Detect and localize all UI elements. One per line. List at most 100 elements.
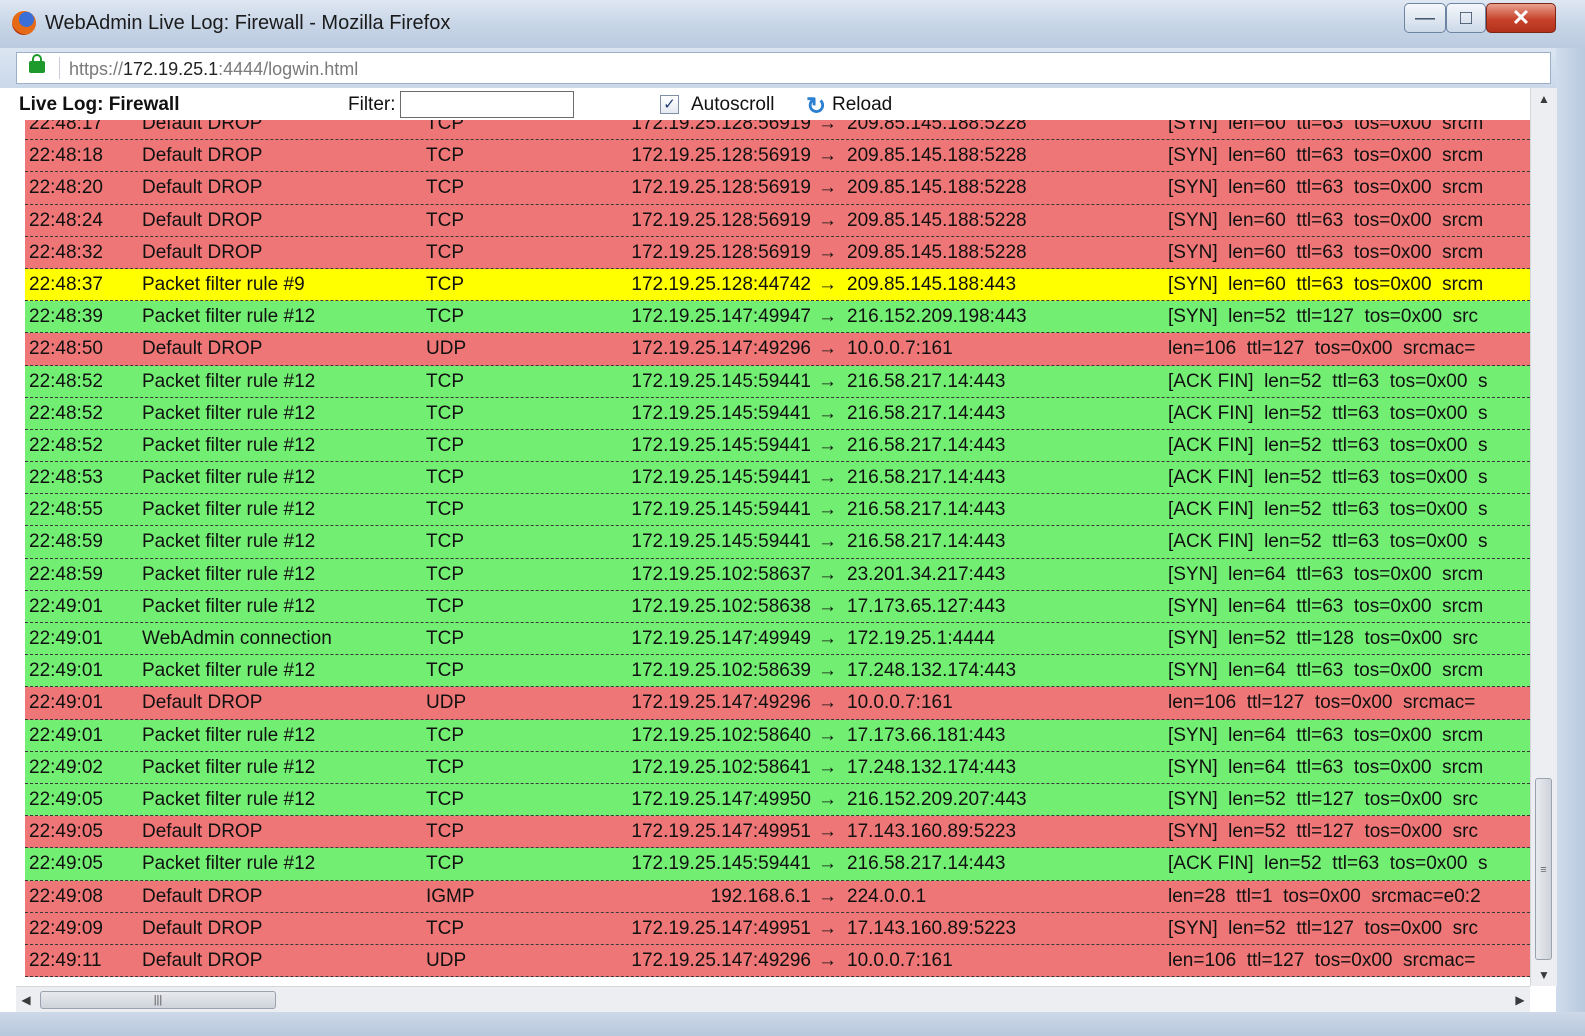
scroll-right-arrow-icon[interactable]: ▶ <box>1510 987 1530 1013</box>
log-rule: Packet filter rule #12 <box>142 306 316 328</box>
log-time: 22:48:37 <box>29 273 103 295</box>
log-protocol: TCP <box>426 917 464 939</box>
firefox-icon <box>12 11 36 35</box>
horizontal-scrollbar[interactable]: ◀ ||| ▶ <box>16 986 1530 1013</box>
log-row: 22:48:37 Packet filter rule #9 TCP 172.19.2… <box>25 268 1530 302</box>
url-field[interactable]: https://172.19.25.1:4444/logwin.html <box>16 52 1551 84</box>
log-time: 22:49:01 <box>29 595 103 617</box>
close-button[interactable]: ✕ <box>1486 3 1556 33</box>
log-protocol: TCP <box>426 273 464 295</box>
log-destination: 10.0.0.7:161 <box>847 949 953 971</box>
log-row: 22:48:17 Default DROP TCP 172.19.25.128:569… <box>25 120 1530 141</box>
log-source: 172.19.25.147:49296 <box>631 949 811 971</box>
log-time: 22:49:11 <box>29 949 102 971</box>
log-info: len=106 ttl=127 tos=0x00 srcmac= <box>1168 949 1476 971</box>
log-destination: 209.85.145.188:5228 <box>847 120 1027 134</box>
log-time: 22:48:18 <box>29 145 103 167</box>
log-info: [SYN] len=52 ttl=127 tos=0x00 src <box>1168 917 1478 939</box>
log-time: 22:48:20 <box>29 177 103 199</box>
log-protocol: TCP <box>426 306 464 328</box>
horizontal-scroll-thumb[interactable]: ||| <box>40 991 276 1009</box>
log-source: 172.19.25.145:59441 <box>631 853 811 875</box>
log-source: 172.19.25.128:56919 <box>631 177 811 199</box>
log-rule: Packet filter rule #12 <box>142 402 316 424</box>
log-info: [SYN] len=64 ttl=63 tos=0x00 srcm <box>1168 563 1484 585</box>
log-protocol: TCP <box>426 660 464 682</box>
log-row: 22:49:01 Packet filter rule #12 TCP 172.19.… <box>25 590 1530 623</box>
log-protocol: TCP <box>426 467 464 489</box>
log-info: [SYN] len=60 ttl=63 tos=0x00 srcm <box>1168 241 1484 263</box>
log-row: 22:49:01 Packet filter rule #12 TCP 172.19.… <box>25 655 1530 688</box>
autoscroll-checkbox[interactable]: ✓ <box>660 95 679 114</box>
window-titlebar: WebAdmin Live Log: Firewall - Mozilla Fi… <box>0 0 1585 49</box>
log-row: 22:48:59 Packet filter rule #12 TCP 172.19.… <box>25 526 1530 559</box>
log-destination: 209.85.145.188:5228 <box>847 209 1027 231</box>
log-destination: 17.248.132.174:443 <box>847 756 1017 778</box>
arrow-right-icon: → <box>818 177 837 199</box>
log-destination: 10.0.0.7:161 <box>847 338 953 360</box>
log-source: 172.19.25.147:49949 <box>631 628 811 649</box>
log-source: 172.19.25.102:58640 <box>631 724 811 746</box>
log-info: len=106 ttl=127 tos=0x00 srcmac= <box>1168 692 1476 714</box>
log-info: [SYN] len=60 ttl=63 tos=0x00 srcm <box>1168 177 1484 199</box>
log-source: 172.19.25.128:56919 <box>631 120 811 134</box>
log-row: 22:49:01 Packet filter rule #12 TCP 172.19.… <box>25 719 1530 752</box>
log-rule: Default DROP <box>142 120 263 134</box>
scroll-left-arrow-icon[interactable]: ◀ <box>16 987 36 1013</box>
log-destination: 216.152.209.207:443 <box>847 788 1027 810</box>
log-area: 22:48:17 Default DROP TCP 172.19.25.128:569… <box>0 120 1530 986</box>
log-source: 172.19.25.147:49296 <box>631 692 811 714</box>
log-time: 22:49:01 <box>29 660 103 682</box>
log-time: 22:49:09 <box>29 917 103 939</box>
log-row: 22:48:50 Default DROP UDP 172.19.25.147:492… <box>25 333 1530 366</box>
vertical-scroll-thumb[interactable]: ≡ <box>1535 778 1552 960</box>
log-time: 22:49:01 <box>29 692 103 714</box>
log-time: 22:48:24 <box>29 209 103 231</box>
log-info: [SYN] len=52 ttl=127 tos=0x00 src <box>1168 821 1478 843</box>
log-destination: 17.248.132.174:443 <box>847 660 1017 682</box>
log-info: [SYN] len=60 ttl=63 tos=0x00 srcm <box>1168 145 1484 167</box>
scroll-up-arrow-icon[interactable]: ▲ <box>1531 88 1557 110</box>
log-row: 22:49:05 Packet filter rule #12 TCP 172.19.… <box>25 848 1530 881</box>
log-source: 172.19.25.145:59441 <box>631 402 811 424</box>
log-row: 22:48:24 Default DROP TCP 172.19.25.128:569… <box>25 204 1530 237</box>
log-time: 22:48:52 <box>29 402 103 424</box>
log-destination: 10.0.0.7:161 <box>847 692 953 714</box>
minimize-button[interactable]: — <box>1404 3 1446 33</box>
arrow-right-icon: → <box>818 628 837 649</box>
log-source: 172.19.25.102:58639 <box>631 660 811 682</box>
log-row: 22:48:52 Packet filter rule #12 TCP 172.19.… <box>25 429 1530 463</box>
log-info: [ACK FIN] len=52 ttl=63 tos=0x00 s <box>1168 499 1488 521</box>
log-protocol: IGMP <box>426 885 475 907</box>
log-row: 22:49:01 WebAdmin connection TCP 172.19.25.… <box>25 623 1530 656</box>
log-destination: 216.58.217.14:443 <box>847 467 1006 489</box>
autoscroll-label[interactable]: Autoscroll <box>691 94 774 116</box>
log-protocol: TCP <box>426 821 464 843</box>
log-rule: Default DROP <box>142 209 263 231</box>
reload-icon[interactable]: ↻ <box>806 92 826 121</box>
reload-link[interactable]: Reload <box>832 94 892 116</box>
log-rule: Packet filter rule #12 <box>142 499 316 521</box>
filter-input[interactable] <box>400 91 574 118</box>
log-time: 22:48:52 <box>29 370 103 392</box>
log-info: [SYN] len=64 ttl=63 tos=0x00 srcm <box>1168 660 1484 682</box>
log-source: 172.19.25.147:49951 <box>631 917 811 939</box>
arrow-right-icon: → <box>818 306 837 328</box>
log-destination: 209.85.145.188:443 <box>847 273 1017 295</box>
vertical-scrollbar[interactable]: ▲ ≡ ▼ <box>1530 88 1557 986</box>
arrow-right-icon: → <box>818 145 837 167</box>
log-info: [SYN] len=64 ttl=63 tos=0x00 srcm <box>1168 756 1484 778</box>
log-source: 172.19.25.128:56919 <box>631 209 811 231</box>
scroll-down-arrow-icon[interactable]: ▼ <box>1531 964 1557 986</box>
log-source: 172.19.25.145:59441 <box>631 499 811 521</box>
log-time: 22:48:53 <box>29 467 103 489</box>
log-info: len=28 ttl=1 tos=0x00 srcmac=e0:2 <box>1168 885 1481 907</box>
log-protocol: TCP <box>426 853 464 875</box>
log-time: 22:49:05 <box>29 821 103 843</box>
maximize-button[interactable]: □ <box>1446 3 1486 33</box>
log-row: 22:49:02 Packet filter rule #12 TCP 172.19.… <box>25 751 1530 784</box>
log-info: len=106 ttl=127 tos=0x00 srcmac= <box>1168 338 1476 360</box>
log-destination: 17.143.160.89:5223 <box>847 821 1017 843</box>
log-rule: Packet filter rule #12 <box>142 853 316 875</box>
log-rule: WebAdmin connection <box>142 628 332 649</box>
